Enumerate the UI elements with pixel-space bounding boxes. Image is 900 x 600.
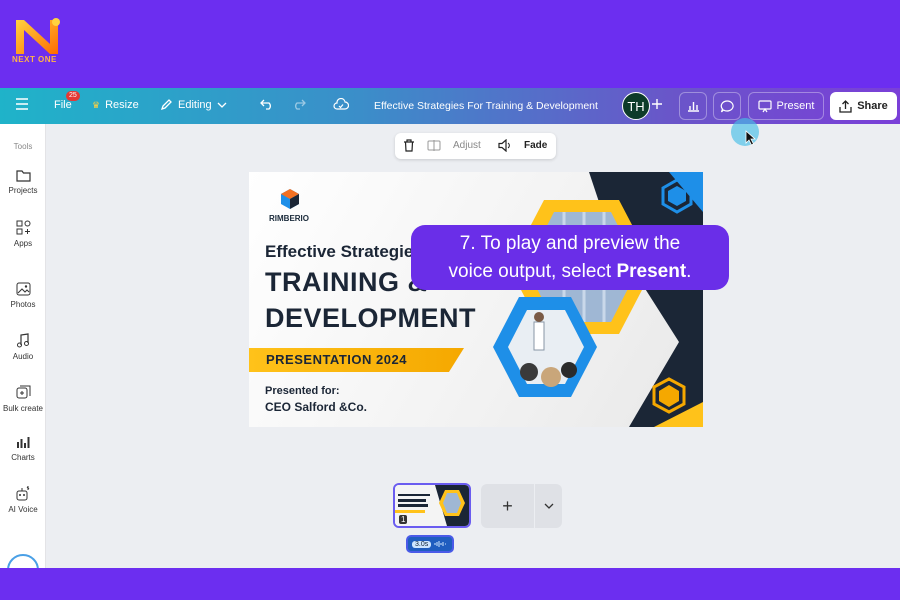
branding-frame-bottom <box>0 568 900 600</box>
bar-chart-icon <box>687 102 699 112</box>
tools-heading: Tools <box>13 142 33 151</box>
split-icon[interactable] <box>427 139 441 152</box>
add-page-button[interactable]: + <box>481 484 534 528</box>
menu-button[interactable] <box>15 98 29 110</box>
sidebar-item-photos[interactable]: Photos <box>0 282 46 309</box>
sidebar-item-audio[interactable]: Audio <box>0 333 46 361</box>
document-title[interactable]: Effective Strategies For Training & Deve… <box>374 100 598 112</box>
left-sidebar: Tools Projects Apps Photos Audio Bulk cr… <box>0 124 46 586</box>
editing-label: Editing <box>178 98 212 111</box>
present-button[interactable]: Present <box>748 92 824 120</box>
user-avatar[interactable]: TH <box>622 92 650 120</box>
share-button[interactable]: Share <box>830 92 897 120</box>
top-toolbar: File 25 ♛ Resize Editing Effective Strat… <box>0 88 900 124</box>
sidebar-item-label: Projects <box>8 186 38 195</box>
music-note-icon <box>17 333 29 348</box>
tutorial-caption: 7. To play and preview the voice output,… <box>411 225 729 290</box>
chevron-down-icon <box>544 503 553 509</box>
sidebar-item-label: Charts <box>11 453 35 462</box>
add-page-dropdown[interactable] <box>535 484 562 528</box>
rimberio-logo-icon <box>281 189 299 209</box>
insights-button[interactable] <box>679 92 707 120</box>
undo-button[interactable] <box>260 98 274 110</box>
caption-line2-suffix: . <box>686 261 692 282</box>
audio-duration: 3.0s <box>412 540 432 548</box>
mouse-pointer-icon <box>745 130 757 146</box>
client-name: CEO Salford &Co. <box>265 400 368 414</box>
resize-button[interactable]: ♛ Resize <box>92 99 139 111</box>
present-label: Present <box>776 100 815 112</box>
notification-badge: 25 <box>66 91 80 101</box>
audio-track-chip[interactable]: 3.0s <box>406 535 454 553</box>
sidebar-item-label: Apps <box>13 239 33 248</box>
ai-voice-icon <box>16 486 30 501</box>
present-screen-icon <box>757 99 772 112</box>
sidebar-item-ai-voice[interactable]: AI Voice <box>0 486 46 514</box>
trash-icon[interactable] <box>403 139 415 152</box>
slide-heading-line2: DEVELOPMENT <box>265 303 477 333</box>
file-menu[interactable]: File 25 <box>54 91 80 111</box>
element-context-bar: Adjust Fade <box>395 133 556 159</box>
presentation-slide[interactable]: RIMBERIO Effective Strategies TRAINING &… <box>249 172 703 427</box>
sidebar-item-charts[interactable]: Charts <box>0 436 46 462</box>
page-number: 1 <box>399 515 408 524</box>
comments-button[interactable] <box>713 92 741 120</box>
fade-button[interactable]: Fade <box>524 140 547 151</box>
comment-icon <box>720 99 734 112</box>
sidebar-item-apps[interactable]: Apps <box>0 220 46 248</box>
hamburger-icon <box>16 98 28 110</box>
caption-line2-bold: Present <box>616 261 687 282</box>
volume-icon[interactable] <box>498 139 513 152</box>
sidebar-item-bulk-create[interactable]: Bulk create <box>0 385 46 413</box>
pencil-icon <box>160 99 172 111</box>
save-status-button[interactable] <box>333 98 349 110</box>
ribbon-text: PRESENTATION 2024 <box>266 352 407 367</box>
crown-icon: ♛ <box>92 99 101 110</box>
caption-line1: 7. To play and preview the <box>459 233 681 254</box>
sidebar-item-projects[interactable]: Projects <box>0 169 46 195</box>
sidebar-item-label: Photos <box>10 300 36 309</box>
slide-heading-line1: TRAINING & <box>265 267 428 297</box>
add-collaborator-button[interactable] <box>651 98 663 110</box>
sidebar-item-label: Audio <box>12 352 34 361</box>
adjust-button[interactable]: Adjust <box>453 140 481 151</box>
editing-mode-dropdown[interactable]: Editing <box>160 98 227 111</box>
cloud-check-icon <box>333 98 349 110</box>
share-upload-icon <box>839 99 852 113</box>
slide-heading-small: Effective Strategies <box>265 242 423 261</box>
branding-frame-top <box>0 0 900 88</box>
sidebar-item-label: AI Voice <box>8 505 38 514</box>
chevron-down-icon <box>217 102 227 108</box>
page-thumbnail[interactable]: 1 <box>393 483 471 528</box>
slide-decor-graphic <box>493 172 703 427</box>
slide-ribbon: PRESENTATION 2024 <box>249 348 464 372</box>
caption-line2: voice output, select Present. <box>411 258 729 286</box>
redo-button[interactable] <box>292 98 306 110</box>
slide-brand-name: RIMBERIO <box>269 214 309 223</box>
waveform-icon <box>434 541 447 547</box>
resize-label: Resize <box>105 99 139 111</box>
logo-text: NEXT ONE <box>12 55 57 64</box>
apps-icon <box>16 220 30 235</box>
plus-icon <box>652 99 662 109</box>
sidebar-item-label: Bulk create <box>2 404 44 413</box>
folder-icon <box>15 170 31 182</box>
chart-icon <box>16 437 29 448</box>
undo-icon <box>260 99 271 110</box>
share-label: Share <box>857 100 888 112</box>
bulk-create-icon <box>16 385 30 399</box>
redo-icon <box>295 99 306 110</box>
image-icon <box>16 282 30 296</box>
presented-for-label: Presented for: <box>265 385 340 397</box>
caption-line2-prefix: voice output, select <box>448 261 617 282</box>
